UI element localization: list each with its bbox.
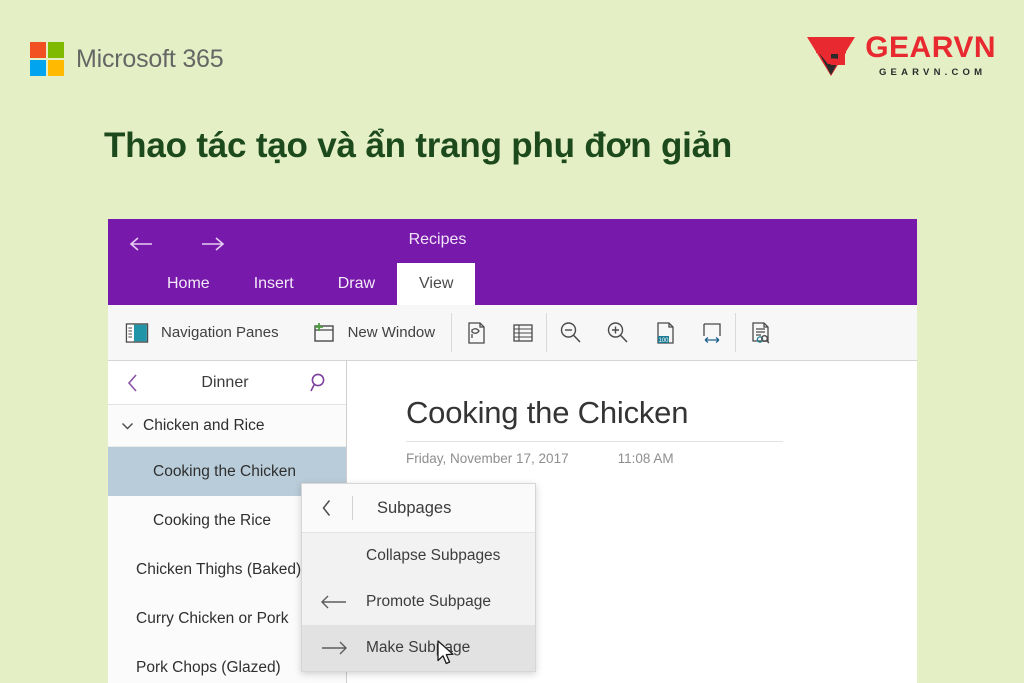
tab-insert[interactable]: Insert: [232, 263, 316, 305]
microsoft-logo-square-green: [48, 42, 64, 58]
note-date: Friday, November 17, 2017: [406, 451, 569, 466]
list-item-label: Curry Chicken or Pork: [136, 609, 289, 627]
chevron-left-icon[interactable]: [120, 373, 146, 393]
zoom-100-icon: 100: [652, 320, 678, 346]
svg-text:100: 100: [658, 337, 669, 343]
page-width-button[interactable]: [688, 305, 735, 360]
rule-lines-icon: [510, 320, 536, 346]
new-window-label: New Window: [347, 324, 436, 341]
title-underline: [406, 441, 783, 442]
onenote-window: Recipes Home Insert Draw View Navigation…: [108, 219, 917, 683]
list-item-label: Cooking the Chicken: [153, 462, 297, 480]
microsoft-logo-square-blue: [30, 60, 46, 76]
gearvn-name: GEARVN: [865, 31, 996, 64]
tab-draw[interactable]: Draw: [316, 263, 397, 305]
sidebar-group-label: Chicken and Rice: [143, 416, 265, 434]
new-window-icon: [311, 320, 337, 346]
ribbon-toolbar: Navigation Panes New Window 100: [108, 305, 917, 361]
zoom-100-button[interactable]: 100: [641, 305, 688, 360]
microsoft-logo-square-yellow: [48, 60, 64, 76]
immersive-reader-icon: [747, 320, 773, 346]
zoom-out-icon: [558, 320, 584, 346]
gearvn-domain: GEARVN.COM: [878, 67, 987, 78]
gearvn-logo: GEARVN GEARVN.COM: [805, 33, 996, 78]
chevron-left-icon[interactable]: [302, 499, 352, 517]
list-item-label: Pork Chops (Glazed): [136, 658, 281, 676]
note-page-title: Cooking the Chicken: [406, 395, 689, 430]
page-title: Thao tác tạo và ẩn trang phụ đơn giản: [104, 126, 733, 165]
gearvn-wordmark: GEARVN GEARVN.COM: [865, 31, 996, 79]
menu-item-label: Make Subpage: [366, 639, 471, 656]
new-window-button[interactable]: New Window: [295, 305, 452, 360]
microsoft-logo-icon: [30, 42, 64, 76]
rule-lines-button[interactable]: [499, 305, 546, 360]
navigation-panes-icon: [124, 320, 150, 346]
context-menu-title: Subpages: [377, 498, 452, 517]
arrow-left-icon: [302, 594, 366, 610]
tab-home[interactable]: Home: [145, 263, 232, 305]
subpages-context-menu: Subpages Collapse Subpages Promote Subpa…: [301, 483, 536, 672]
chevron-down-icon: [121, 421, 134, 431]
menu-item-promote-subpage[interactable]: Promote Subpage: [302, 579, 535, 625]
context-menu-header: Subpages: [302, 484, 535, 533]
navigation-panes-label: Navigation Panes: [161, 324, 279, 341]
navigation-panes-button[interactable]: Navigation Panes: [108, 305, 295, 360]
ribbon-tabs: Home Insert Draw View: [145, 263, 476, 305]
note-time: 11:08 AM: [617, 451, 674, 466]
slide-canvas: Microsoft 365 GEARVN GEARVN.COM Thao tác…: [0, 0, 1024, 683]
page-width-icon: [699, 320, 725, 346]
onenote-title-bar: Recipes Home Insert Draw View: [108, 219, 917, 305]
microsoft-365-brand: Microsoft 365: [30, 42, 224, 76]
microsoft-365-label: Microsoft 365: [76, 44, 224, 73]
microsoft-logo-square-red: [30, 42, 46, 58]
zoom-in-button[interactable]: [594, 305, 641, 360]
immersive-reader-button[interactable]: [736, 305, 783, 360]
zoom-in-icon: [605, 320, 631, 346]
menu-item-label: Promote Subpage: [366, 593, 491, 610]
tab-view[interactable]: View: [397, 263, 476, 305]
document-title: Recipes: [408, 231, 467, 248]
search-icon[interactable]: [304, 372, 334, 394]
sidebar-header: Dinner: [108, 361, 346, 405]
list-item-label: Chicken Thighs (Baked): [136, 560, 302, 578]
list-item-label: Cooking the Rice: [153, 511, 272, 529]
note-page-meta: Friday, November 17, 2017 11:08 AM: [406, 451, 917, 466]
zoom-out-button[interactable]: [547, 305, 594, 360]
menu-item-make-subpage[interactable]: Make Subpage: [302, 625, 535, 671]
menu-item-collapse-subpages[interactable]: Collapse Subpages: [302, 533, 535, 579]
gearvn-mark-icon: [805, 34, 857, 78]
paper-size-icon: [463, 320, 489, 346]
menu-item-label: Collapse Subpages: [366, 547, 501, 564]
arrow-right-icon: [302, 640, 366, 656]
paper-size-button[interactable]: [452, 305, 499, 360]
sidebar-group-chicken-and-rice[interactable]: Chicken and Rice: [108, 405, 346, 447]
sidebar-section-title: Dinner: [201, 373, 249, 391]
